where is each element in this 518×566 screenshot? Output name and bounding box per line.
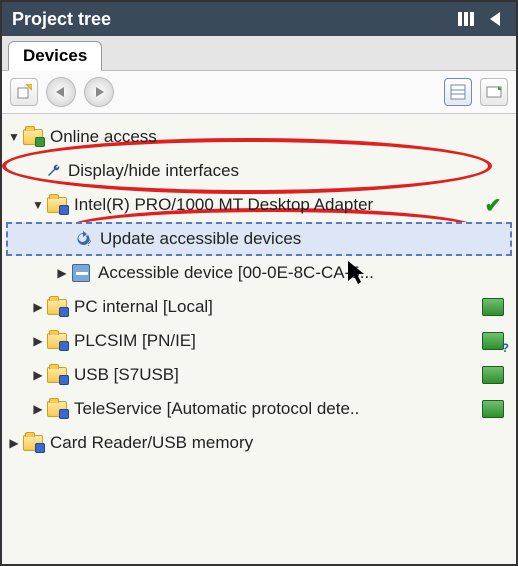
status-chip-icon: [480, 296, 506, 318]
folder-icon: [46, 195, 68, 215]
tree-label: Display/hide interfaces: [68, 161, 239, 181]
nav-back-button[interactable]: [46, 77, 76, 107]
tree-label: Online access: [50, 127, 157, 147]
folder-icon: [46, 297, 68, 317]
columns-icon[interactable]: [456, 9, 476, 29]
tree-label: Intel(R) PRO/1000 MT Desktop Adapter: [74, 195, 373, 215]
tree-item-teleservice[interactable]: ▶ TeleService [Automatic protocol dete..: [6, 392, 512, 426]
tree-label: Card Reader/USB memory: [50, 433, 253, 453]
new-item-button[interactable]: [10, 78, 38, 106]
tree-label: Accessible device [00-0E-8C-CA-5...: [98, 263, 374, 283]
caret-down-icon[interactable]: ▼: [6, 130, 22, 144]
tree-label: Update accessible devices: [100, 229, 301, 249]
wrench-icon: [46, 163, 62, 179]
caret-right-icon[interactable]: ▶: [30, 300, 46, 314]
collapse-left-icon[interactable]: [486, 9, 506, 29]
status-ok-icon: ✔: [480, 194, 506, 216]
tree-label: USB [S7USB]: [74, 365, 179, 385]
caret-right-icon[interactable]: ▶: [30, 334, 46, 348]
project-tree-panel: Project tree Devices: [0, 0, 518, 566]
tree-item-online-access[interactable]: ▼ Online access: [6, 120, 512, 154]
folder-icon: [46, 331, 68, 351]
tree-item-accessible-device[interactable]: ▶ Accessible device [00-0E-8C-CA-5...: [6, 256, 512, 290]
tree-label: TeleService [Automatic protocol dete..: [74, 399, 359, 419]
folder-icon: [22, 127, 44, 147]
folder-icon: [46, 365, 68, 385]
caret-right-icon[interactable]: ▶: [30, 402, 46, 416]
device-icon: [70, 263, 92, 283]
titlebar: Project tree: [2, 2, 516, 36]
folder-icon: [22, 433, 44, 453]
view-detail-button[interactable]: [480, 78, 508, 106]
caret-right-icon[interactable]: ▶: [30, 368, 46, 382]
tree-item-pc-internal[interactable]: ▶ PC internal [Local]: [6, 290, 512, 324]
tab-row: Devices: [2, 36, 516, 71]
toolbar: [2, 71, 516, 114]
tree-item-update-accessible[interactable]: ? Update accessible devices: [6, 222, 512, 256]
tree-item-card-reader[interactable]: ▶ Card Reader/USB memory: [6, 426, 512, 460]
caret-right-icon[interactable]: ▶: [54, 266, 70, 280]
tree-item-plcsim[interactable]: ▶ PLCSIM [PN/IE]: [6, 324, 512, 358]
window-title: Project tree: [12, 9, 111, 30]
status-chip-icon: [480, 398, 506, 420]
nav-forward-button[interactable]: [84, 77, 114, 107]
tree-item-usb[interactable]: ▶ USB [S7USB]: [6, 358, 512, 392]
tree-item-intel-adapter[interactable]: ▼ Intel(R) PRO/1000 MT Desktop Adapter ✔: [6, 188, 512, 222]
svg-text:?: ?: [86, 238, 91, 248]
tree-label: PLCSIM [PN/IE]: [74, 331, 196, 351]
status-chip-question-icon: [480, 330, 506, 352]
caret-down-icon[interactable]: ▼: [30, 198, 46, 212]
status-chip-icon: [480, 364, 506, 386]
tab-devices[interactable]: Devices: [8, 41, 102, 71]
tree-label: PC internal [Local]: [74, 297, 213, 317]
view-list-button[interactable]: [444, 78, 472, 106]
tree-item-display-hide[interactable]: Display/hide interfaces: [6, 154, 512, 188]
caret-right-icon[interactable]: ▶: [6, 436, 22, 450]
refresh-icon: ?: [72, 229, 94, 249]
folder-icon: [46, 399, 68, 419]
tab-devices-label: Devices: [23, 46, 87, 65]
device-tree[interactable]: ▼ Online access Display/hide interfaces …: [2, 114, 516, 564]
